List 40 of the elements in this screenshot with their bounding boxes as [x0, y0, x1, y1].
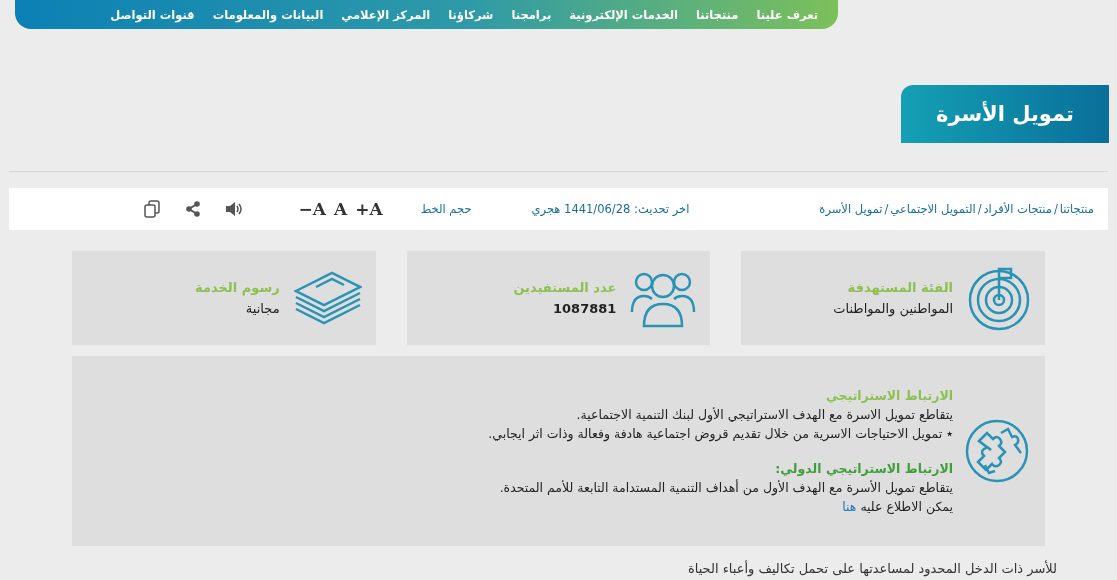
- nav-link[interactable]: برامجنا: [511, 7, 552, 22]
- last-update-text: اخر تحديث: 1441/06/28 هجري: [531, 202, 690, 216]
- nav-link[interactable]: منتجاتنا: [695, 7, 739, 22]
- card-title: عدد المستفيدين: [513, 280, 617, 295]
- card-value: 1087881: [552, 301, 617, 316]
- target-icon: [967, 265, 1031, 331]
- nav-link[interactable]: قنوات التواصل: [110, 7, 195, 22]
- breadcrumb-link[interactable]: التمويل الاجتماعي: [890, 202, 976, 216]
- nav-link[interactable]: الخدمات الإلكترونية: [569, 7, 678, 22]
- breadcrumb-link[interactable]: منتجاتنا: [1059, 202, 1094, 216]
- speaker-icon[interactable]: [224, 201, 243, 217]
- nav-link[interactable]: البيانات والمعلومات: [212, 7, 324, 22]
- money-stack-icon: [293, 269, 362, 327]
- breadcrumb-separator: /: [1053, 202, 1058, 216]
- paragraph-text: ٭ تمويل الاحتياجات الاسرية من خلال تقديم قروض اجتماعية هادفة وفعالة وذات اثر ايجابي.: [488, 426, 953, 441]
- breadcrumb-link[interactable]: منتجات الأفراد: [983, 202, 1052, 216]
- breadcrumb-separator: /: [884, 202, 889, 216]
- share-icon[interactable]: [184, 201, 201, 217]
- font-size-button[interactable]: A: [334, 199, 348, 219]
- card-value: مجانية: [244, 301, 280, 316]
- description-text: للأسر ذات الدخل المحدود لمساعدتها على تحمل تكاليف وأعباء الحياة: [687, 561, 1057, 576]
- breadcrumb-separator: /: [977, 202, 982, 216]
- copy-icon[interactable]: [142, 200, 161, 218]
- here-link[interactable]: هنا: [842, 499, 857, 514]
- paragraph-text: يمكن الاطلاع عليه: [860, 499, 953, 514]
- section-heading: الارتباط الاستراتيجي: [824, 388, 953, 403]
- page-title: تمويل الأسرة: [901, 85, 1109, 143]
- font-size-label: حجم الخط: [420, 202, 472, 216]
- card-value: المواطنين والمواطنات: [833, 301, 953, 316]
- section-heading: الارتباط الاستراتيجي الدولي:: [774, 461, 953, 476]
- breadcrumb-link[interactable]: تمويل الأسرة: [819, 202, 883, 216]
- nav-link[interactable]: المركز الإعلامي: [341, 7, 431, 22]
- font-size-button[interactable]: −A: [298, 199, 327, 219]
- card-title: رسوم الخدمة: [195, 280, 280, 295]
- paragraph-text: يتقاطع تمويل الأسرة مع الهدف الأول من أهداف التنمية المستدامة التابعة للأمم المتحدة.: [498, 480, 953, 495]
- nav-link[interactable]: تعرف علينا: [756, 7, 818, 22]
- font-size-button[interactable]: +A: [355, 199, 383, 219]
- paragraph-text: يتقاطع تمويل الاسرة مع الهدف الاستراتيجي الأول لبنك التنمية الاجتماعية.: [575, 407, 953, 422]
- card-title: الفئة المستهدفة: [846, 280, 953, 295]
- nav-link[interactable]: شركاؤنا: [448, 7, 494, 22]
